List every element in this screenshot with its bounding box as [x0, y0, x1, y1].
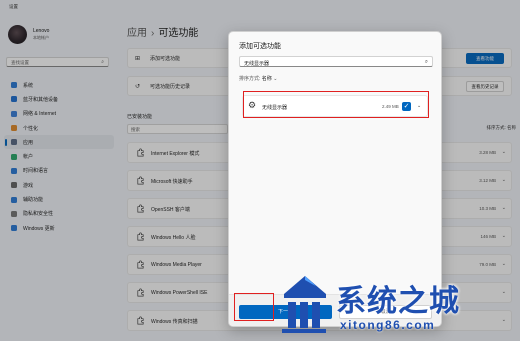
dialog-sort-value: 名称	[261, 76, 272, 82]
highlight-box-option	[243, 91, 429, 118]
dialog-title: 添加可选功能	[239, 43, 281, 50]
chevron-down-icon: ⌄	[273, 76, 278, 82]
watermark-logo	[282, 276, 326, 333]
dialog-sort-dropdown[interactable]: 排序方式: 名称 ⌄	[239, 75, 277, 82]
watermark-url: xitong86.com	[340, 318, 436, 332]
watermark: 系统之城 xitong86.com	[276, 268, 520, 341]
watermark-text: 系统之城	[336, 284, 460, 319]
highlight-box-next-button	[234, 293, 274, 321]
dialog-search-value: 无线显示器	[244, 60, 270, 67]
search-icon: ⌕	[424, 58, 428, 65]
dialog-sort-prefix: 排序方式:	[239, 76, 261, 82]
dialog-search-input[interactable]: 无线显示器 ⌕	[239, 56, 433, 67]
